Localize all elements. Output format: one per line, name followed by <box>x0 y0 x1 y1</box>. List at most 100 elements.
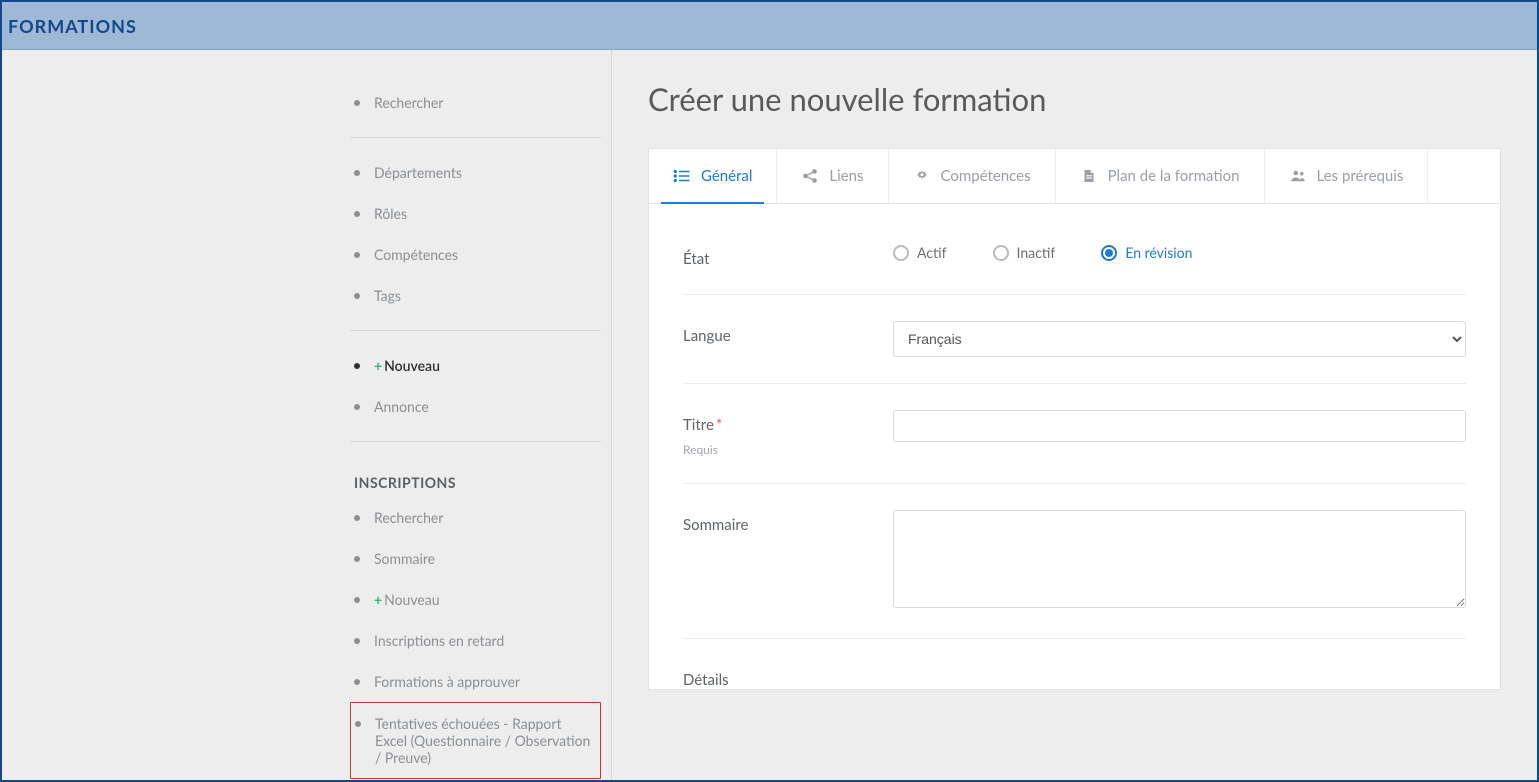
sidebar-item-nouveau[interactable]: +Nouveau <box>350 345 601 386</box>
sidebar-item-label: Rôles <box>374 205 407 222</box>
sidebar-item-competences[interactable]: Compétences <box>350 234 601 275</box>
sidebar-item-inscriptions-retard[interactable]: Inscriptions en retard <box>350 620 601 661</box>
tab-competences[interactable]: Compétences <box>889 149 1056 203</box>
separator <box>350 441 601 442</box>
sidebar-item-label: Tentatives échouées - Rapport Excel (Que… <box>375 715 596 766</box>
titre-input[interactable] <box>893 410 1466 442</box>
separator <box>350 330 601 331</box>
app-body: Rechercher Départements Rôles Compétence… <box>2 50 1537 780</box>
required-mark: * <box>716 416 722 434</box>
langue-select[interactable]: Français <box>893 321 1466 357</box>
titre-field <box>893 410 1466 442</box>
gear-icon <box>913 168 931 184</box>
file-icon <box>1080 168 1098 184</box>
radio-actif[interactable]: Actif <box>893 244 947 261</box>
tab-general[interactable]: Général <box>649 149 777 203</box>
sidebar-item-label: Compétences <box>374 246 458 263</box>
radio-icon <box>893 245 909 261</box>
label-sommaire: Sommaire <box>683 510 893 534</box>
tab-plan-formation[interactable]: Plan de la formation <box>1056 149 1265 203</box>
main-content: Créer une nouvelle formation Général Lie… <box>612 50 1537 780</box>
radio-inactif[interactable]: Inactif <box>993 244 1056 261</box>
sommaire-field <box>893 510 1466 612</box>
bullet-icon <box>354 597 360 603</box>
sidebar-item-annonce[interactable]: Annonce <box>350 386 601 427</box>
top-header: FORMATIONS <box>2 2 1537 50</box>
sidebar-item-nouveau-2[interactable]: +Nouveau <box>350 579 601 620</box>
list-icon <box>673 168 691 184</box>
sidebar-item-departements[interactable]: Départements <box>350 152 601 193</box>
etat-radio-group: Actif Inactif En révision <box>893 244 1466 261</box>
label-etat: État <box>683 244 893 268</box>
bullet-icon <box>354 404 360 410</box>
users-icon <box>1289 168 1307 184</box>
bullet-icon <box>354 293 360 299</box>
sidebar-item-rechercher-2[interactable]: Rechercher <box>350 497 601 538</box>
sidebar-item-label: Sommaire <box>374 550 435 567</box>
share-icon <box>801 168 819 184</box>
page-title: Créer une nouvelle formation <box>648 80 1501 118</box>
bullet-icon <box>354 556 360 562</box>
sidebar-group-3: +Nouveau Annonce <box>350 345 601 427</box>
bullet-icon <box>354 515 360 521</box>
app-title: FORMATIONS <box>8 15 137 37</box>
sidebar-item-label: Formations à approuver <box>374 673 520 690</box>
form-card: Général Liens Compétences <box>648 148 1501 690</box>
label-details: Détails <box>683 665 893 689</box>
tab-liens[interactable]: Liens <box>777 149 888 203</box>
radio-label: En révision <box>1125 244 1192 261</box>
bullet-icon <box>354 211 360 217</box>
bullet-icon <box>354 679 360 685</box>
sidebar-item-label: Tags <box>374 287 401 304</box>
form-row-langue: Langue Français <box>683 295 1466 384</box>
sidebar-item-roles[interactable]: Rôles <box>350 193 601 234</box>
sidebar-item-label: Annonce <box>374 398 429 415</box>
sidebar-group-2: Départements Rôles Compétences Tags <box>350 152 601 316</box>
form-row-titre: Titre* Requis <box>683 384 1466 484</box>
label-langue: Langue <box>683 321 893 345</box>
sidebar-item-tags[interactable]: Tags <box>350 275 601 316</box>
tab-prerequis[interactable]: Les prérequis <box>1265 149 1429 203</box>
separator <box>350 137 601 138</box>
plus-icon: + <box>374 357 382 374</box>
sidebar: Rechercher Départements Rôles Compétence… <box>2 50 612 780</box>
tab-label: Liens <box>829 167 863 185</box>
sidebar-item-label: Départements <box>374 164 462 181</box>
form-body: État Actif Inactif En révision <box>649 204 1500 689</box>
radio-icon <box>1101 245 1117 261</box>
sidebar-item-rechercher[interactable]: Rechercher <box>350 82 601 123</box>
sidebar-item-sommaire[interactable]: Sommaire <box>350 538 601 579</box>
sidebar-item-label: +Nouveau <box>374 591 440 608</box>
bullet-icon <box>354 252 360 258</box>
radio-label: Actif <box>917 244 947 261</box>
sidebar-item-label: +Nouveau <box>374 357 440 374</box>
radio-icon <box>993 245 1009 261</box>
tab-label: Général <box>701 167 752 185</box>
form-row-details: Détails <box>683 639 1466 689</box>
radio-label: Inactif <box>1017 244 1056 261</box>
sidebar-item-label: Inscriptions en retard <box>374 632 504 649</box>
tab-label: Les prérequis <box>1317 167 1404 185</box>
bullet-icon <box>355 721 361 727</box>
sidebar-item-formations-approuver[interactable]: Formations à approuver <box>350 661 601 702</box>
sidebar-item-label: Rechercher <box>374 94 443 111</box>
tabs: Général Liens Compétences <box>649 149 1500 204</box>
sidebar-section-inscriptions: INSCRIPTIONS <box>350 456 601 497</box>
bullet-icon <box>354 638 360 644</box>
form-row-sommaire: Sommaire <box>683 484 1466 639</box>
sidebar-group-4: Rechercher Sommaire +Nouveau Inscription… <box>350 497 601 779</box>
langue-field: Français <box>893 321 1466 357</box>
sidebar-item-tentatives-echouees[interactable]: Tentatives échouées - Rapport Excel (Que… <box>350 702 601 779</box>
sommaire-textarea[interactable] <box>893 510 1466 608</box>
bullet-icon <box>354 170 360 176</box>
tab-label: Plan de la formation <box>1108 167 1240 185</box>
sidebar-group-1: Rechercher <box>350 82 601 123</box>
plus-icon: + <box>374 591 382 608</box>
label-titre: Titre* Requis <box>683 410 893 457</box>
hint-requis: Requis <box>683 442 893 457</box>
form-row-etat: État Actif Inactif En révision <box>683 234 1466 295</box>
sidebar-item-label: Rechercher <box>374 509 443 526</box>
bullet-icon <box>354 100 360 106</box>
radio-en-revision[interactable]: En révision <box>1101 244 1192 261</box>
tab-label: Compétences <box>941 167 1031 185</box>
